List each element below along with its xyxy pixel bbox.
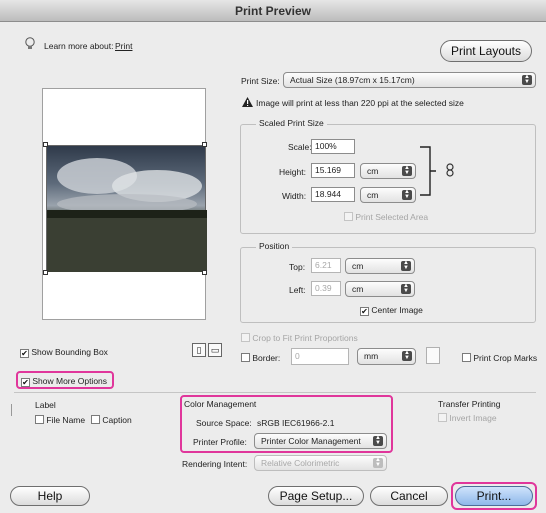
print-button[interactable]: Print... <box>455 486 533 506</box>
label-section-title: Label <box>35 400 56 410</box>
crop-to-fit-label: Crop to Fit Print Proportions <box>252 333 358 343</box>
printer-profile-select[interactable]: Printer Color Management ▲ ▼ <box>254 433 387 449</box>
scaled-print-size-title: Scaled Print Size <box>256 118 327 128</box>
link-bracket <box>420 146 438 196</box>
transfer-printing-title: Transfer Printing <box>438 399 501 409</box>
show-bounding-box-checkbox[interactable]: ✔ Show Bounding Box <box>20 347 108 358</box>
learn-more-label: Learn more about: <box>44 41 114 51</box>
crop-to-fit-checkbox[interactable]: Crop to Fit Print Proportions <box>241 333 358 343</box>
help-button[interactable]: Help <box>10 486 90 506</box>
rendering-intent-select[interactable]: Relative Colorimetric ▲ ▼ <box>254 455 387 471</box>
section-separator <box>11 404 12 416</box>
link-chain-icon[interactable] <box>446 163 454 177</box>
show-more-options-checkbox[interactable]: ✔ Show More Options <box>21 376 107 387</box>
lightbulb-icon <box>24 37 36 51</box>
top-label: Top: <box>289 262 306 272</box>
show-more-options-label: Show More Options <box>32 376 108 386</box>
position-title: Position <box>256 241 293 251</box>
learn-more-link[interactable]: Print <box>115 41 132 51</box>
preview-image[interactable] <box>46 145 207 272</box>
source-space-value: sRGB IEC61966-2.1 <box>257 418 335 428</box>
left-field[interactable]: 0.39 <box>311 281 341 296</box>
printer-profile-value: Printer Color Management <box>261 436 361 446</box>
page-setup-button[interactable]: Page Setup... <box>268 486 364 506</box>
height-label: Height: <box>279 167 306 177</box>
print-size-label: Print Size: <box>241 76 280 86</box>
height-unit-value: cm <box>367 166 379 176</box>
print-size-select[interactable]: Actual Size (18.97cm x 15.17cm) ▲ ▼ <box>283 72 536 88</box>
border-checkbox[interactable]: Border: <box>241 353 280 363</box>
height-field[interactable]: 15.169 <box>311 163 355 178</box>
ppi-warning-text: Image will print at less than 220 ppi at… <box>256 98 464 108</box>
border-field[interactable]: 0 <box>291 348 349 365</box>
chevron-updown-icon: ▲ ▼ <box>402 165 412 176</box>
invert-image-checkbox[interactable]: Invert Image <box>438 413 497 423</box>
warning-icon <box>242 97 253 107</box>
orientation-portrait-icon[interactable]: ▯ <box>192 343 206 357</box>
source-space-label: Source Space: <box>196 418 252 428</box>
print-layouts-button[interactable]: Print Layouts <box>440 40 532 62</box>
window-title: Print Preview <box>0 0 546 22</box>
chevron-updown-icon: ▲ ▼ <box>522 74 532 85</box>
width-unit-value: cm <box>367 190 379 200</box>
width-label: Width: <box>282 191 307 201</box>
print-crop-marks-checkbox[interactable]: Print Crop Marks <box>462 353 537 363</box>
color-management-title: Color Management <box>184 399 257 409</box>
border-unit-select[interactable]: mm ▲ ▼ <box>357 348 416 365</box>
checkmark-icon: ✔ <box>360 307 369 316</box>
divider <box>14 392 536 393</box>
border-color-swatch[interactable] <box>426 347 440 364</box>
top-unit-select[interactable]: cm ▲ ▼ <box>345 258 415 274</box>
print-selected-area-label: Print Selected Area <box>355 212 429 222</box>
caption-checkbox[interactable]: Caption <box>91 415 132 425</box>
border-unit-value: mm <box>364 351 379 361</box>
left-label: Left: <box>289 285 306 295</box>
print-size-value: Actual Size (18.97cm x 15.17cm) <box>290 75 415 85</box>
show-bounding-box-label: Show Bounding Box <box>31 347 108 357</box>
chevron-updown-icon: ▲ ▼ <box>402 350 412 361</box>
width-field[interactable]: 18.944 <box>311 187 355 202</box>
checkmark-icon: ✔ <box>21 378 30 387</box>
chevron-updown-icon: ▲ ▼ <box>373 457 383 468</box>
print-crop-marks-label: Print Crop Marks <box>473 353 538 363</box>
top-unit-value: cm <box>352 261 364 271</box>
rendering-intent-label: Rendering Intent: <box>182 459 248 469</box>
left-unit-value: cm <box>352 284 364 294</box>
bounding-handle[interactable] <box>202 142 207 147</box>
bounding-handle[interactable] <box>43 270 48 275</box>
center-image-checkbox[interactable]: ✔ Center Image <box>360 305 423 316</box>
chevron-updown-icon: ▲ ▼ <box>401 260 411 271</box>
scale-label: Scale: <box>288 142 312 152</box>
file-name-label: File Name <box>46 415 86 425</box>
checkmark-icon: ✔ <box>20 349 29 358</box>
file-name-checkbox[interactable]: File Name <box>35 415 85 425</box>
border-label: Border: <box>252 353 281 363</box>
printer-profile-label: Printer Profile: <box>193 437 247 447</box>
cancel-button[interactable]: Cancel <box>370 486 448 506</box>
left-unit-select[interactable]: cm ▲ ▼ <box>345 281 415 297</box>
bounding-handle[interactable] <box>43 142 48 147</box>
preview-page <box>42 88 207 320</box>
print-selected-area-checkbox[interactable]: Print Selected Area <box>344 212 428 222</box>
chevron-updown-icon: ▲ ▼ <box>402 189 412 200</box>
orientation-landscape-icon[interactable]: ▭ <box>208 343 222 357</box>
caption-label: Caption <box>102 415 132 425</box>
scale-field[interactable]: 100% <box>311 139 355 154</box>
chevron-updown-icon: ▲ ▼ <box>401 283 411 294</box>
height-unit-select[interactable]: cm ▲ ▼ <box>360 163 416 179</box>
width-unit-select[interactable]: cm ▲ ▼ <box>360 187 416 203</box>
center-image-label: Center Image <box>371 305 423 315</box>
bounding-handle[interactable] <box>202 270 207 275</box>
top-field[interactable]: 6.21 <box>311 258 341 273</box>
chevron-updown-icon: ▲ ▼ <box>373 435 383 446</box>
rendering-intent-value: Relative Colorimetric <box>261 458 340 468</box>
invert-image-label: Invert Image <box>449 413 497 423</box>
